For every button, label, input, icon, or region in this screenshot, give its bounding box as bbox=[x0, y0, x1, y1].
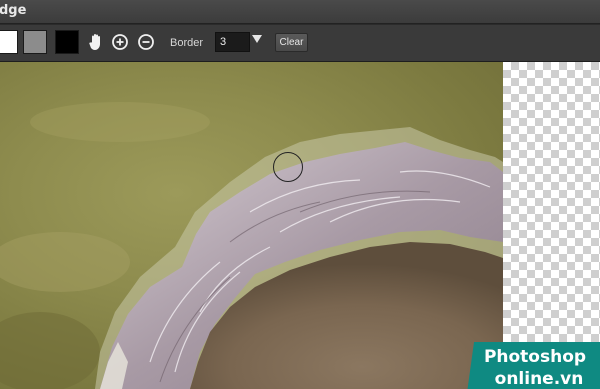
watermark-line1: Photoshop bbox=[483, 347, 587, 367]
watermark-logo: Photoshop online.vn bbox=[466, 342, 600, 389]
brush-cursor bbox=[273, 152, 303, 182]
black-swatch[interactable] bbox=[55, 30, 79, 54]
white-swatch[interactable] bbox=[0, 30, 18, 54]
hand-icon[interactable] bbox=[86, 32, 106, 52]
zoom-out-icon[interactable] bbox=[136, 32, 156, 52]
watermark-line2: online.vn bbox=[494, 369, 584, 389]
border-size-field[interactable]: 3 bbox=[215, 32, 250, 52]
hair-edge-image bbox=[0, 102, 503, 389]
title-bar: dge bbox=[0, 0, 600, 24]
border-label: Border bbox=[170, 37, 204, 49]
gray-swatch[interactable] bbox=[23, 30, 47, 54]
window-title: dge bbox=[0, 3, 27, 18]
image-canvas[interactable]: Photoshop online.vn bbox=[0, 62, 600, 389]
clear-button[interactable]: Clear bbox=[275, 33, 308, 52]
chevron-down-icon[interactable] bbox=[252, 35, 262, 43]
toolbar: Border 3 Clear bbox=[0, 25, 600, 62]
zoom-in-icon[interactable] bbox=[110, 32, 130, 52]
